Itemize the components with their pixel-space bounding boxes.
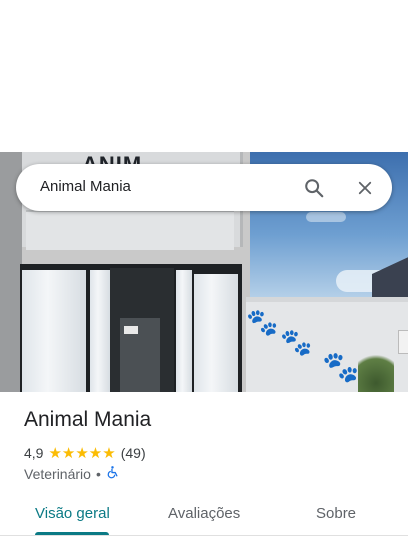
- separator: •: [95, 465, 101, 482]
- search-icon[interactable]: [302, 176, 326, 200]
- store-door: [110, 268, 174, 392]
- tabs-divider: [0, 535, 408, 536]
- plant: [358, 347, 394, 392]
- rating-value: 4,9: [24, 445, 44, 461]
- search-input[interactable]: Animal Mania: [40, 178, 131, 195]
- intercom: [398, 330, 408, 354]
- place-title: Animal Mania: [24, 408, 152, 431]
- close-icon[interactable]: [353, 176, 377, 200]
- search-bar[interactable]: Animal Mania: [16, 164, 392, 211]
- star-rating-icon: ★★★★★: [48, 445, 116, 462]
- tab-overview[interactable]: Visão geral: [35, 505, 110, 522]
- category-row: Veterinário •: [24, 465, 119, 482]
- paw-print-icon: 🐾: [280, 327, 313, 357]
- tab-about[interactable]: Sobre: [316, 505, 356, 522]
- place-category: Veterinário: [24, 465, 91, 482]
- tab-reviews[interactable]: Avaliações: [168, 505, 240, 522]
- reviews-count: (49): [120, 445, 146, 461]
- paw-print-icon: 🐾: [246, 307, 279, 337]
- wheelchair-icon: [106, 465, 119, 482]
- paw-print-icon: 🐾: [322, 351, 360, 384]
- rating-row[interactable]: 4,9 ★★★★★ (49): [24, 444, 146, 462]
